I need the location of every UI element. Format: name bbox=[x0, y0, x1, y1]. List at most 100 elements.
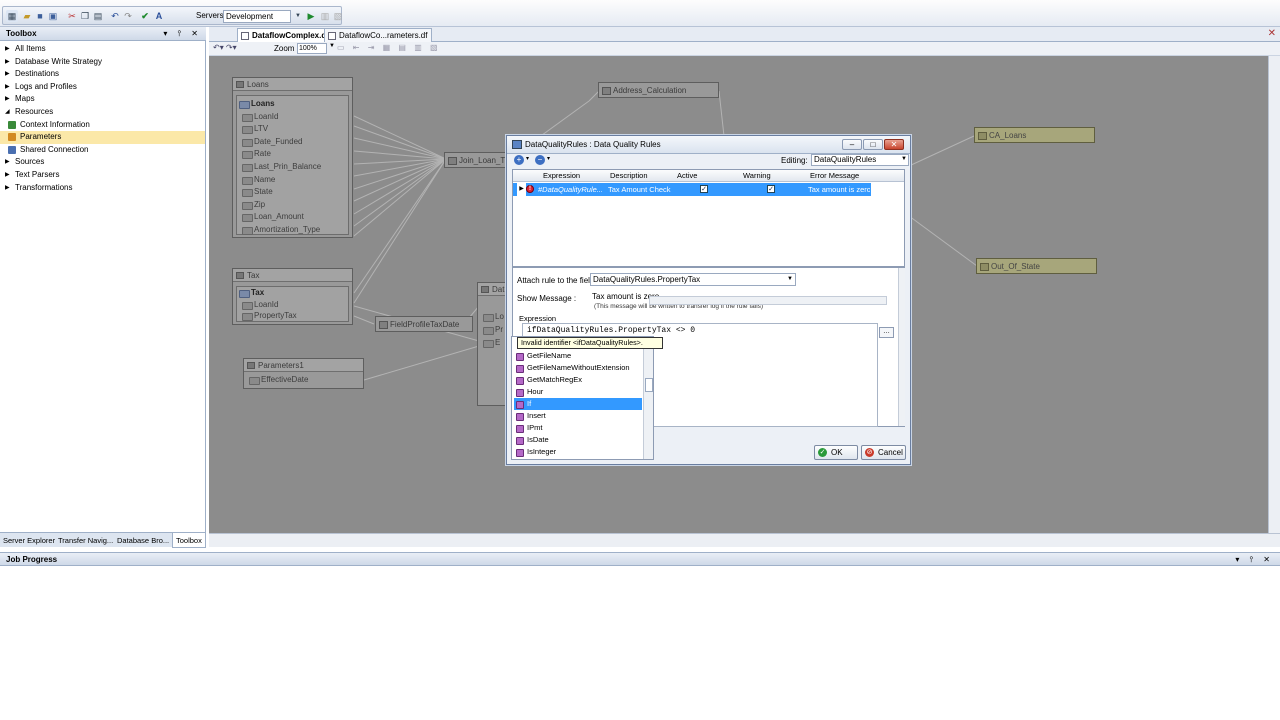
list-item[interactable]: IPmt bbox=[514, 422, 642, 434]
expand-arrow-icon[interactable]: ▶ bbox=[5, 68, 10, 81]
expand-arrow-icon[interactable]: ▶ bbox=[5, 81, 10, 94]
dialog-close-button[interactable]: ✕ bbox=[884, 139, 904, 150]
field-last-prin-balance[interactable]: Last_Prin_Balance bbox=[241, 161, 321, 174]
panel-buttons[interactable]: ▾ ⫯ ✕ bbox=[1235, 553, 1274, 566]
attach-field-dropdown[interactable]: DataQualityRules.PropertyTax bbox=[590, 273, 796, 286]
run-icon[interactable]: ▶ bbox=[305, 10, 317, 22]
out-of-state-destination-node[interactable]: Out_Of_State bbox=[976, 258, 1097, 274]
toolbox-item-transformations[interactable]: ▶ Transformations bbox=[0, 182, 205, 195]
expand-arrow-icon[interactable]: ▶ bbox=[5, 93, 10, 106]
expand-arrow-icon[interactable]: ▶ bbox=[5, 43, 10, 56]
toolbox-item-all-items[interactable]: ▶ All Items bbox=[0, 43, 205, 56]
undo-icon[interactable]: ↶ bbox=[109, 10, 121, 22]
font-a-icon[interactable]: A bbox=[153, 10, 165, 22]
save-icon[interactable]: ■ bbox=[34, 10, 46, 22]
stop-icon[interactable]: ▥ bbox=[319, 10, 331, 22]
dropdown-arrow-icon[interactable]: ▼ bbox=[787, 276, 793, 282]
join-loan-tax-node[interactable]: Join_Loan_T bbox=[444, 152, 506, 168]
undo-icon[interactable]: ↶▾ ↷▾ bbox=[213, 43, 237, 52]
toolbox-item-maps[interactable]: ▶ Maps bbox=[0, 93, 205, 106]
collapse-arrow-icon[interactable]: ◢ bbox=[5, 106, 10, 119]
field-amortization-type[interactable]: Amortization_Type bbox=[241, 224, 320, 237]
dropdown-arrow-icon[interactable]: ▼ bbox=[901, 156, 907, 162]
expand-arrow-icon[interactable]: ▶ bbox=[5, 169, 10, 182]
row-selector-icon[interactable]: ▶ bbox=[517, 183, 526, 196]
field-state[interactable]: State bbox=[241, 186, 273, 199]
list-item[interactable]: IsDate bbox=[514, 434, 642, 446]
canvas-vertical-scrollbar[interactable] bbox=[1268, 56, 1280, 533]
zoom-dropdown[interactable]: 100% bbox=[297, 43, 327, 54]
dropdown-arrow-icon[interactable]: ▾ bbox=[547, 155, 550, 162]
debug-icon[interactable]: ▧ bbox=[332, 10, 344, 22]
open-folder-icon[interactable]: ▰ bbox=[21, 10, 33, 22]
minimize-button[interactable]: – bbox=[842, 139, 862, 150]
cell-warning-checkbox[interactable]: ✓ bbox=[767, 185, 775, 193]
address-calculation-node[interactable]: Address_Calculation bbox=[598, 82, 719, 98]
scrollbar-thumb[interactable] bbox=[645, 378, 653, 392]
paste-icon[interactable]: ▤ bbox=[92, 10, 104, 22]
redo-icon[interactable]: ↷ bbox=[122, 10, 134, 22]
toolbox-item-context-information[interactable]: Context Information bbox=[0, 119, 205, 132]
servers-dropdown[interactable]: Development bbox=[223, 10, 291, 23]
field-effectivedate[interactable]: EffectiveDate bbox=[248, 374, 308, 387]
cell-error-message[interactable]: Tax amount is zero bbox=[808, 183, 870, 196]
remove-rule-icon[interactable]: − bbox=[535, 155, 545, 165]
toolbox-item-text-parsers[interactable]: ▶ Text Parsers bbox=[0, 169, 205, 182]
field-name[interactable]: Name bbox=[241, 174, 275, 187]
col-description[interactable]: Description bbox=[610, 170, 648, 182]
col-error-message[interactable]: Error Message bbox=[810, 170, 859, 182]
toolbox-item-database-write-strategy[interactable]: ▶ Database Write Strategy bbox=[0, 56, 205, 69]
tab-server-explorer[interactable]: Server Explorer bbox=[3, 533, 55, 548]
field-e[interactable]: E bbox=[482, 337, 500, 350]
fieldprofile-taxdate-node[interactable]: FieldProfileTaxDate bbox=[375, 316, 473, 332]
maximize-button[interactable]: □ bbox=[863, 139, 883, 150]
col-active[interactable]: Active bbox=[677, 170, 697, 182]
ca-loans-destination-node[interactable]: CA_Loans bbox=[974, 127, 1095, 143]
close-document-icon[interactable]: ✕ bbox=[1268, 28, 1276, 39]
properties-scrollbar[interactable] bbox=[898, 268, 905, 426]
cut-icon[interactable]: ✂ bbox=[66, 10, 78, 22]
loans-source-node[interactable]: Loans Loans LoanId LTV Date_Funded Rate … bbox=[232, 77, 353, 238]
tab-database-browser[interactable]: Database Bro... bbox=[117, 533, 169, 548]
expand-arrow-icon[interactable]: ▶ bbox=[5, 182, 10, 195]
layout-icons[interactable]: ▭ ⇤ ⇥ ▦ ▤ ▥ ▧ bbox=[337, 43, 441, 52]
toolbox-item-resources[interactable]: ◢ Resources bbox=[0, 106, 205, 119]
tab-transfer-navigator[interactable]: Transfer Navig... bbox=[58, 533, 113, 548]
list-item[interactable]: GetFileNameWithoutExtension bbox=[514, 362, 642, 374]
autocomplete-list[interactable]: GetFileName GetFileNameWithoutExtension … bbox=[511, 336, 654, 460]
ok-button[interactable]: ✓ OK bbox=[814, 445, 858, 460]
table-row[interactable]: ▶ ! #DataQualityRule... Tax Amount Check… bbox=[513, 183, 871, 196]
expression-builder-button[interactable]: … bbox=[879, 327, 894, 338]
cell-active-checkbox[interactable]: ✓ bbox=[700, 185, 708, 193]
list-item[interactable]: GetFileName bbox=[514, 350, 642, 362]
toolbox-item-logs-and-profiles[interactable]: ▶ Logs and Profiles bbox=[0, 81, 205, 94]
cancel-button[interactable]: ⊘ Cancel bbox=[861, 445, 906, 460]
new-icon[interactable]: ▦ bbox=[6, 10, 18, 22]
editing-dropdown[interactable]: DataQualityRules bbox=[811, 154, 909, 166]
toolbox-item-destinations[interactable]: ▶ Destinations bbox=[0, 68, 205, 81]
add-rule-icon[interactable]: + bbox=[514, 155, 524, 165]
field-propertytax[interactable]: PropertyTax bbox=[241, 310, 297, 323]
field-loanid[interactable]: LoanId bbox=[241, 111, 278, 124]
expand-arrow-icon[interactable]: ▶ bbox=[5, 56, 10, 69]
parameters-node[interactable]: Parameters1 EffectiveDate bbox=[243, 358, 364, 389]
cell-expression[interactable]: #DataQualityRule... bbox=[538, 183, 602, 196]
list-item[interactable]: GetMatchRegEx bbox=[514, 374, 642, 386]
field-pr[interactable]: Pr bbox=[482, 324, 503, 337]
list-item[interactable]: Hour bbox=[514, 386, 642, 398]
dropdown-arrow-icon[interactable]: ▾ bbox=[526, 155, 529, 162]
toolbox-item-sources[interactable]: ▶ Sources bbox=[0, 156, 205, 169]
expression-text[interactable]: ifDataQualityRules.PropertyTax <> 0 bbox=[527, 326, 695, 335]
tax-source-node[interactable]: Tax Tax LoanId PropertyTax bbox=[232, 268, 353, 325]
field-loan-amount[interactable]: Loan_Amount bbox=[241, 211, 304, 224]
field-date-funded[interactable]: Date_Funded bbox=[241, 136, 302, 149]
cell-description[interactable]: Tax Amount Check bbox=[608, 183, 672, 196]
field-ltv[interactable]: LTV bbox=[241, 123, 268, 136]
list-item-selected[interactable]: If bbox=[514, 398, 642, 410]
col-expression[interactable]: Expression bbox=[543, 170, 580, 182]
dropdown-arrow-icon[interactable]: ▼ bbox=[329, 43, 335, 49]
copy-icon[interactable]: ❐ bbox=[79, 10, 91, 22]
list-item[interactable]: IsInteger bbox=[514, 446, 642, 458]
field-rate[interactable]: Rate bbox=[241, 148, 271, 161]
expression-horizontal-scrollbar[interactable] bbox=[649, 296, 887, 305]
